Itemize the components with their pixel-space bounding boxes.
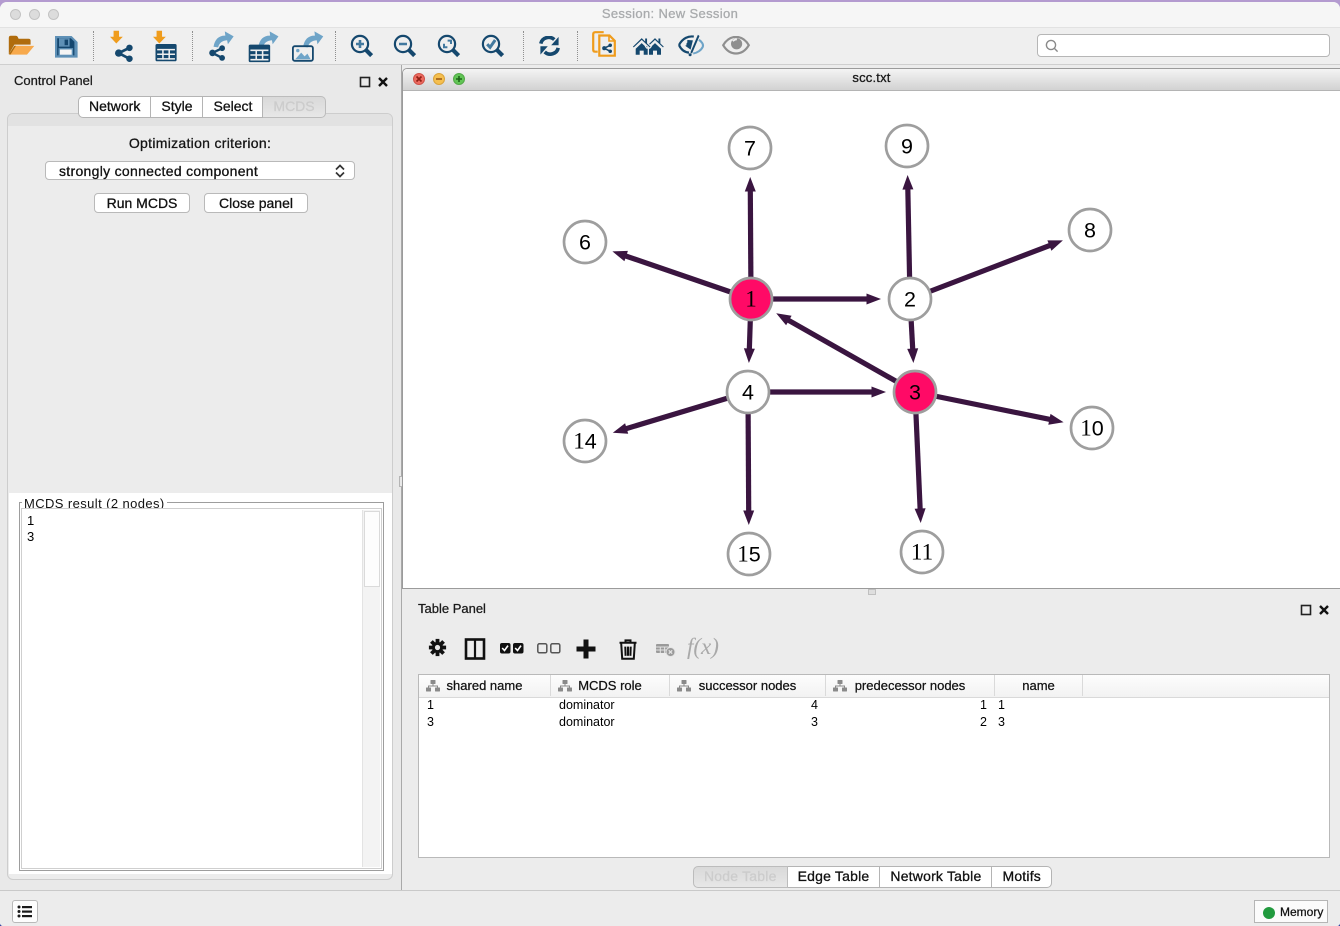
- svg-text:6: 6: [579, 231, 591, 255]
- svg-text:9: 9: [901, 135, 913, 159]
- svg-text:1: 1: [745, 287, 757, 312]
- svg-text:8: 8: [1084, 219, 1096, 243]
- svg-text:11: 11: [911, 540, 933, 565]
- svg-text:7: 7: [744, 137, 756, 161]
- svg-text:4: 4: [742, 381, 754, 405]
- svg-text:3: 3: [909, 381, 921, 405]
- svg-text:15: 15: [737, 542, 761, 567]
- svg-text:10: 10: [1080, 416, 1104, 441]
- svg-text:2: 2: [904, 288, 916, 312]
- svg-text:14: 14: [573, 429, 597, 454]
